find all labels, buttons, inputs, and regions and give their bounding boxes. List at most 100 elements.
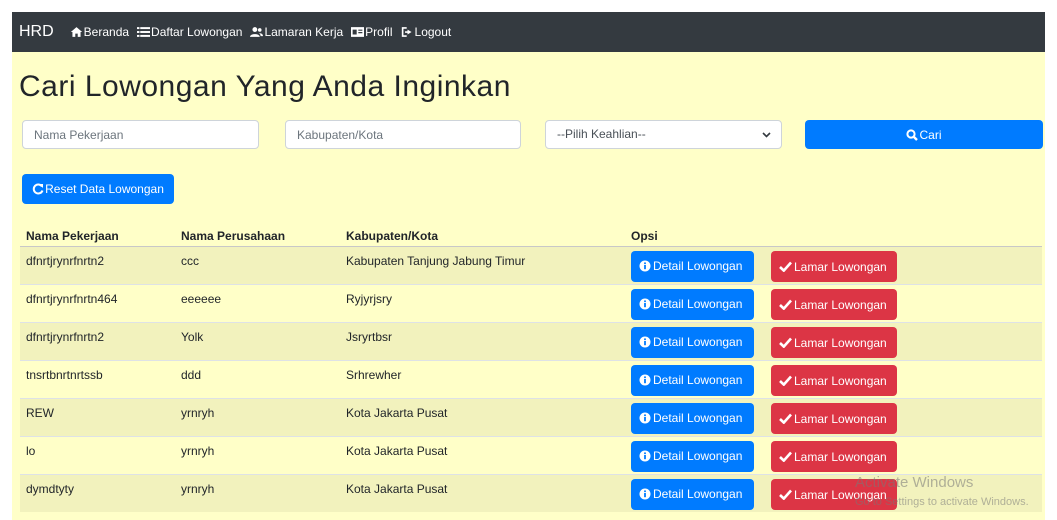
apply-button-label: Lamar Lowongan bbox=[794, 373, 887, 388]
page-title: Cari Lowongan Yang Anda Inginkan bbox=[19, 70, 511, 103]
table-body: dfnrtjrynrfnrtn2 ccc Kabupaten Tanjung Jab… bbox=[20, 245, 1042, 512]
nav-link-lamaran-kerja[interactable]: Lamaran Kerja bbox=[250, 25, 343, 39]
navbar-brand[interactable]: HRD bbox=[19, 23, 54, 41]
nav-link-label: Lamaran Kerja bbox=[264, 25, 344, 39]
refresh-icon bbox=[32, 183, 44, 195]
windows-activation-hint: Go to Settings to activate Windows. bbox=[855, 496, 1029, 508]
lamar-lowongan-button[interactable]: Lamar Lowongan bbox=[771, 403, 897, 434]
cell-company-name: yrnryh bbox=[175, 473, 340, 512]
cell-company-name: yrnryh bbox=[175, 397, 340, 436]
apply-button-label: Lamar Lowongan bbox=[794, 297, 887, 312]
cell-company-name: yrnryh bbox=[175, 435, 340, 474]
search-icon bbox=[906, 128, 919, 141]
city-input[interactable] bbox=[285, 120, 521, 149]
cell-city: Kota Jakarta Pusat bbox=[340, 397, 625, 436]
nav-link-label: Logout bbox=[414, 25, 452, 39]
logout-icon bbox=[401, 27, 412, 37]
detail-lowongan-button[interactable]: Detail Lowongan bbox=[631, 326, 754, 358]
column-header: Nama Perusahaan bbox=[175, 224, 340, 247]
chevron-down-icon bbox=[762, 131, 771, 138]
nav-link-daftar-lowongan[interactable]: Daftar Lowongan bbox=[137, 25, 242, 39]
browser-viewport: HRD Beranda Daftar Lowongan Lamaran Kerj… bbox=[12, 12, 1057, 520]
column-header: Kabupaten/Kota bbox=[340, 224, 625, 247]
cell-company-name: eeeeee bbox=[175, 283, 340, 322]
info-icon bbox=[639, 488, 651, 500]
id-card-icon bbox=[351, 27, 365, 37]
lamar-lowongan-button[interactable]: Lamar Lowongan bbox=[771, 441, 897, 472]
table-row: tnsrtbnrtnrtssb ddd Srhrewher Detail Lowong… bbox=[20, 359, 1042, 398]
job-name-input[interactable] bbox=[22, 120, 259, 149]
cell-job-name: REW bbox=[20, 397, 175, 436]
nav-link-label: Daftar Lowongan bbox=[151, 25, 243, 39]
cell-options: Detail Lowongan Lamar Lowongan bbox=[625, 397, 1042, 436]
lamar-lowongan-button[interactable]: Lamar Lowongan bbox=[771, 327, 897, 358]
info-icon bbox=[639, 260, 651, 272]
detail-lowongan-button[interactable]: Detail Lowongan bbox=[631, 440, 754, 472]
table-row: lo yrnryh Kota Jakarta Pusat Detail Lowonga… bbox=[20, 435, 1042, 474]
lamar-lowongan-button[interactable]: Lamar Lowongan bbox=[771, 365, 897, 396]
check-icon bbox=[779, 489, 792, 500]
search-button[interactable]: Cari bbox=[805, 120, 1043, 149]
nav-link-profil[interactable]: Profil bbox=[351, 25, 393, 39]
check-icon bbox=[779, 299, 792, 310]
skill-select-value: --Pilih Keahlian-- bbox=[557, 127, 646, 141]
cell-company-name: Yolk bbox=[175, 321, 340, 360]
cell-options: Detail Lowongan Lamar Lowongan bbox=[625, 321, 1042, 360]
apply-button-label: Lamar Lowongan bbox=[794, 411, 887, 426]
column-header: Opsi bbox=[625, 224, 1042, 247]
check-icon bbox=[779, 451, 792, 462]
apply-button-label: Lamar Lowongan bbox=[794, 449, 887, 464]
detail-lowongan-button[interactable]: Detail Lowongan bbox=[631, 402, 754, 434]
check-icon bbox=[779, 413, 792, 424]
search-button-label: Cari bbox=[919, 127, 942, 142]
detail-button-label: Detail Lowongan bbox=[653, 297, 743, 311]
detail-button-label: Detail Lowongan bbox=[653, 335, 743, 349]
apply-button-label: Lamar Lowongan bbox=[794, 335, 887, 350]
cell-job-name: lo bbox=[20, 435, 175, 474]
check-icon bbox=[779, 261, 792, 272]
apply-button-label: Lamar Lowongan bbox=[794, 259, 887, 274]
detail-lowongan-button[interactable]: Detail Lowongan bbox=[631, 478, 754, 510]
lamar-lowongan-button[interactable]: Lamar Lowongan bbox=[771, 289, 897, 320]
scrollbar[interactable] bbox=[1045, 12, 1057, 520]
cell-city: Kota Jakarta Pusat bbox=[340, 473, 625, 512]
table-header-row: Nama Pekerjaan Nama Perusahaan Kabupaten… bbox=[20, 224, 1042, 247]
cell-options: Detail Lowongan Lamar Lowongan bbox=[625, 283, 1042, 322]
cell-job-name: dymdtyty bbox=[20, 473, 175, 512]
detail-button-label: Detail Lowongan bbox=[653, 411, 743, 425]
nav-link-label: Profil bbox=[365, 25, 393, 39]
table-row: dfnrtjrynrfnrtn2 ccc Kabupaten Tanjung Jab… bbox=[20, 245, 1042, 284]
cell-options: Detail Lowongan Lamar Lowongan bbox=[625, 435, 1042, 474]
cell-company-name: ddd bbox=[175, 359, 340, 398]
cell-company-name: ccc bbox=[175, 245, 340, 284]
detail-button-label: Detail Lowongan bbox=[653, 373, 743, 387]
cell-job-name: dfnrtjrynrfnrtn2 bbox=[20, 245, 175, 284]
users-icon bbox=[250, 27, 264, 37]
column-header: Nama Pekerjaan bbox=[20, 224, 175, 247]
cell-options: Detail Lowongan Lamar Lowongan bbox=[625, 245, 1042, 284]
detail-lowongan-button[interactable]: Detail Lowongan bbox=[631, 364, 754, 396]
skill-select[interactable]: --Pilih Keahlian-- bbox=[545, 120, 782, 149]
cell-city: Ryjyrjsry bbox=[340, 283, 625, 322]
reset-button[interactable]: Reset Data Lowongan bbox=[22, 174, 174, 204]
info-icon bbox=[639, 298, 651, 310]
detail-button-label: Detail Lowongan bbox=[653, 449, 743, 463]
detail-button-label: Detail Lowongan bbox=[653, 487, 743, 501]
info-icon bbox=[639, 374, 651, 386]
reset-button-label: Reset Data Lowongan bbox=[45, 182, 164, 196]
top-navbar: HRD Beranda Daftar Lowongan Lamaran Kerj… bbox=[12, 12, 1057, 52]
detail-button-label: Detail Lowongan bbox=[653, 259, 743, 273]
detail-lowongan-button[interactable]: Detail Lowongan bbox=[631, 250, 754, 282]
windows-activation-watermark: Activate Windows bbox=[855, 474, 974, 491]
detail-lowongan-button[interactable]: Detail Lowongan bbox=[631, 288, 754, 320]
nav-link-logout[interactable]: Logout bbox=[401, 25, 452, 39]
cell-job-name: dfnrtjrynrfnrtn464 bbox=[20, 283, 175, 322]
table-row: REW yrnryh Kota Jakarta Pusat Detail Lowong… bbox=[20, 397, 1042, 436]
nav-link-beranda[interactable]: Beranda bbox=[70, 25, 129, 39]
cell-city: Srhrewher bbox=[340, 359, 625, 398]
cell-options: Detail Lowongan Lamar Lowongan bbox=[625, 359, 1042, 398]
lamar-lowongan-button[interactable]: Lamar Lowongan bbox=[771, 251, 897, 282]
info-icon bbox=[639, 450, 651, 462]
nav-link-label: Beranda bbox=[83, 25, 130, 39]
table-row: dfnrtjrynrfnrtn2 Yolk Jsryrtbsr Detail Lowo… bbox=[20, 321, 1042, 360]
